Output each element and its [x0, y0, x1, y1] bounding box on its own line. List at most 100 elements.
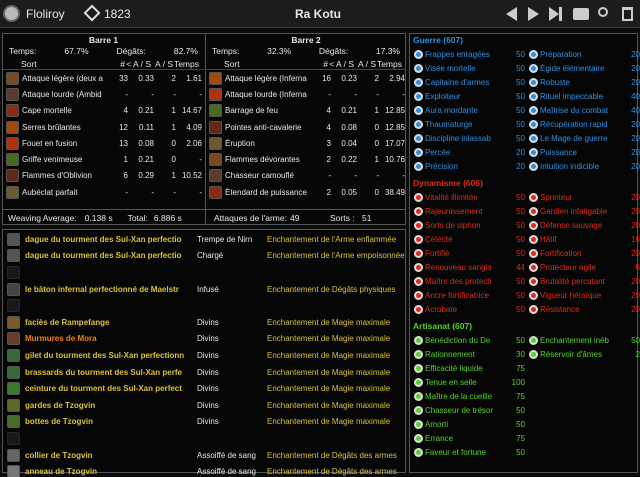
cp-star-value: 50	[516, 220, 525, 230]
gear-row[interactable]	[3, 430, 405, 447]
skill-icon	[6, 185, 19, 199]
prev-icon[interactable]	[506, 7, 517, 21]
cp-cell: Protecteur agile 6	[525, 262, 640, 272]
cp-star-value: 16	[631, 234, 640, 244]
camera-icon[interactable]	[573, 8, 589, 20]
cp-star-name: Frappes enragées	[425, 49, 490, 59]
cp-star-icon	[414, 133, 423, 143]
bar1-row: Attaque lourde (Ambid - - - -	[3, 86, 204, 102]
next-icon[interactable]	[528, 7, 539, 21]
cp-star-icon	[414, 304, 423, 314]
last-icon[interactable]	[549, 7, 562, 21]
cp-cell: Maîtrise du combat 40	[525, 105, 640, 115]
gear-row[interactable]: anneau de Tzogvin Assoiffé de sang Enchant…	[3, 463, 405, 477]
gear-row[interactable]: bottes de Tzogvin Divins Enchantement de M…	[3, 414, 405, 431]
cp-star-value: 20	[631, 220, 640, 230]
skill-avg-before: 0.21	[138, 106, 154, 116]
cp-star-value: 50	[516, 290, 525, 300]
cp-row: Exploiteur 50 Rituel impeccable 40	[410, 89, 640, 103]
cp-star-name: Sorts de siphon	[425, 220, 481, 230]
cp-row: Précision 20 Intuition indicible 20	[410, 159, 640, 173]
cp-row: Percée 20 Puissance 20	[410, 145, 640, 159]
gear-row[interactable]: collier de Tzogvin Assoiffé de sang Enchan…	[3, 447, 405, 464]
gear-row[interactable]: Murmures de Mora Divins Enchantement de Ma…	[3, 331, 405, 348]
skill-count: -	[125, 187, 128, 197]
gear-row[interactable]: le bâton infernal perfectionné de Maelst…	[3, 281, 405, 298]
weaving-value: 0.138 s	[84, 212, 113, 223]
gear-row[interactable]: gilet du tourment des Sul-Xan perfection…	[3, 347, 405, 364]
cp-star-value: 44	[516, 262, 525, 272]
page-title: Ra Kotu	[295, 7, 341, 21]
cp-star-name: Précision	[425, 161, 458, 171]
gear-row[interactable]: gardes de Tzogvin Divins Enchantement de M…	[3, 397, 405, 414]
skill-count: 13	[119, 138, 128, 148]
cp-star-value: 50	[516, 91, 525, 101]
cp-star-value: 50	[516, 248, 525, 258]
cp-star-icon	[529, 276, 538, 286]
gear-row[interactable]	[3, 264, 405, 281]
skill-count: -	[328, 171, 331, 181]
gear-icon	[7, 348, 20, 362]
cp-star-name: Thaumaturge	[425, 119, 473, 129]
skill-time: -	[199, 155, 202, 165]
bar-2-time-label: Temps:	[212, 46, 240, 56]
cp-star-value: 20	[631, 206, 640, 216]
cp-star-name: Fortification	[540, 248, 582, 258]
skill-time: 17.07	[384, 138, 405, 148]
skill-icon	[209, 185, 222, 199]
bar1-row: Cape mortelle 4 0.21 1 14.67	[3, 103, 204, 119]
cp-cell: Thaumaturge 50	[410, 119, 525, 129]
cp-cell: Enchantement inéb 50	[525, 335, 640, 345]
cp-star-value: 50	[516, 276, 525, 286]
gear-row[interactable]: dague du tourment des Sul-Xan perfectio C…	[3, 248, 405, 265]
skill-count: 4	[326, 106, 331, 116]
cp-star-name: Faveur et fortune	[425, 447, 486, 457]
gear-trait: Divins	[197, 417, 219, 427]
bar2-col-4: Temps	[376, 58, 402, 69]
cp-star-value: 50	[516, 105, 525, 115]
trash-icon[interactable]	[622, 7, 633, 21]
gear-row[interactable]: faciès de Rampefange Divins Enchantement d…	[3, 314, 405, 331]
skill-avg: -	[376, 171, 379, 181]
cp-star-name: Exploiteur	[425, 91, 461, 101]
skill-avg-before: -	[151, 89, 154, 99]
cp-row: Célérité 50 Hâtif 16	[410, 232, 640, 246]
bar1-col-2: < A / S	[126, 58, 151, 69]
cp-star-name: Robuste	[540, 77, 570, 87]
gear-enchant: Enchantement de Magie maximale	[267, 350, 391, 360]
cp-cell: Ancre fortificatrice 50	[410, 290, 525, 300]
skill-name: Chasseur camouflé	[225, 171, 294, 181]
cp-star-name: Ancre fortificatrice	[425, 290, 490, 300]
skill-icon	[209, 71, 222, 85]
cp-star-icon	[414, 161, 423, 171]
top-bar: Floliroy 1823 Ra Kotu	[0, 0, 640, 28]
search-icon[interactable]	[598, 7, 608, 17]
skill-avg: 1	[171, 122, 176, 132]
cp-row: Visée mortelle 50 Égide élémentaire 20	[410, 61, 640, 75]
cp-cell: Acrobate 50	[410, 304, 525, 314]
bar2-row: Étendard de puissance 2 0.05 0 38.49	[206, 184, 406, 200]
cp-cell: Brutalité percutant 20	[525, 276, 640, 286]
cp-star-name: Résistance	[540, 304, 580, 314]
cp-star-value: 50	[516, 192, 525, 202]
cp-star-name: Efficacité liquide	[425, 363, 483, 373]
skill-avg-before: 0.05	[341, 187, 357, 197]
cp-row: Rationnement 30 Réservoir d'âmes 2	[410, 347, 640, 361]
bar2-col-0: Sort	[224, 58, 240, 69]
gear-row[interactable]: ceinture du tourment des Sul-Xan perfect…	[3, 380, 405, 397]
skill-time: -	[199, 89, 202, 99]
cp-cell: Hâtif 16	[525, 234, 640, 244]
cp-star-icon	[529, 220, 538, 230]
gear-row[interactable]: brassards du tourment des Sul-Xan perfe D…	[3, 364, 405, 381]
gear-enchant: Enchantement de Magie maximale	[267, 367, 391, 377]
bar2-row: Chasseur camouflé - - - -	[206, 168, 406, 184]
cp-star-icon	[529, 290, 538, 300]
cp-star-icon	[414, 262, 423, 272]
gear-row[interactable]: dague du tourment des Sul-Xan perfectio T…	[3, 231, 405, 248]
bar-2-dmg-label: Dégâts:	[318, 46, 349, 56]
gear-icon	[7, 431, 20, 445]
skill-avg: 0	[374, 138, 379, 148]
cp-row: Renouveau sangla 44 Protecteur agile 6	[410, 260, 640, 274]
gear-row[interactable]	[3, 297, 405, 314]
gear-icon	[7, 265, 20, 279]
